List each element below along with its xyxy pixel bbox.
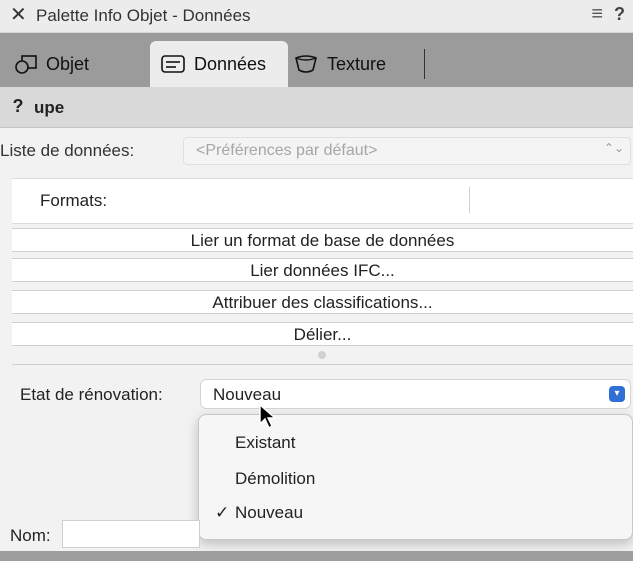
- renovation-value: Nouveau: [213, 385, 282, 404]
- liste-select[interactable]: <Préférences par défaut> ⌃⌄: [183, 137, 631, 165]
- column-divider: [469, 187, 470, 213]
- link-ifc-button[interactable]: Lier données IFC...: [12, 258, 633, 282]
- liste-row: Liste de données: <Préférences par défau…: [0, 134, 633, 168]
- resize-handle[interactable]: [318, 351, 326, 359]
- help-icon[interactable]: ?: [614, 4, 625, 25]
- tab-objet[interactable]: Objet: [14, 41, 89, 87]
- tab-texture-label: Texture: [327, 53, 387, 74]
- tab-donnees[interactable]: Données: [150, 41, 288, 87]
- group-label: upe: [34, 98, 65, 117]
- nom-input[interactable]: [62, 520, 200, 548]
- classify-button[interactable]: Attribuer des classifications...: [12, 290, 633, 314]
- option-nouveau[interactable]: Nouveau: [235, 503, 303, 523]
- option-existant[interactable]: Existant: [235, 433, 295, 453]
- divider: [12, 364, 633, 365]
- checkmark-icon: ✓: [215, 503, 230, 522]
- tab-objet-label: Objet: [46, 53, 90, 74]
- tab-donnees-label: Données: [194, 53, 267, 74]
- tab-bar: Objet Données Texture: [0, 33, 633, 87]
- tab-separator: [424, 49, 425, 79]
- mouse-cursor-icon: [259, 404, 277, 430]
- close-icon[interactable]: ✕: [10, 4, 27, 26]
- formats-label: Formats:: [40, 191, 108, 210]
- donnees-icon: [161, 55, 185, 73]
- liste-placeholder: <Préférences par défaut>: [196, 142, 378, 159]
- texture-icon: [295, 55, 317, 73]
- chevron-down-icon: ▾: [609, 386, 625, 402]
- renovation-label: Etat de rénovation:: [20, 385, 163, 404]
- nom-label: Nom:: [10, 526, 51, 545]
- menu-icon[interactable]: ≡: [591, 3, 603, 26]
- objet-icon: [15, 55, 37, 74]
- renovation-dropdown-menu: Existant Démolition ✓ Nouveau: [198, 414, 633, 540]
- title-bar: ✕ Palette Info Objet - Données ≡ ?: [0, 0, 633, 33]
- window-title: Palette Info Objet - Données: [36, 6, 251, 25]
- tab-texture[interactable]: Texture: [293, 41, 386, 87]
- updown-chevron-icon: ⌃⌄: [603, 141, 624, 155]
- link-format-button[interactable]: Lier un format de base de données: [12, 228, 633, 252]
- bottom-bar: [0, 551, 633, 561]
- liste-label: Liste de données:: [0, 141, 135, 160]
- question-icon[interactable]: ?: [6, 95, 30, 117]
- formats-list[interactable]: Formats:: [12, 178, 633, 224]
- unlink-button[interactable]: Délier...: [12, 322, 633, 346]
- option-demolition[interactable]: Démolition: [235, 469, 315, 489]
- group-header: ? upe: [0, 87, 633, 128]
